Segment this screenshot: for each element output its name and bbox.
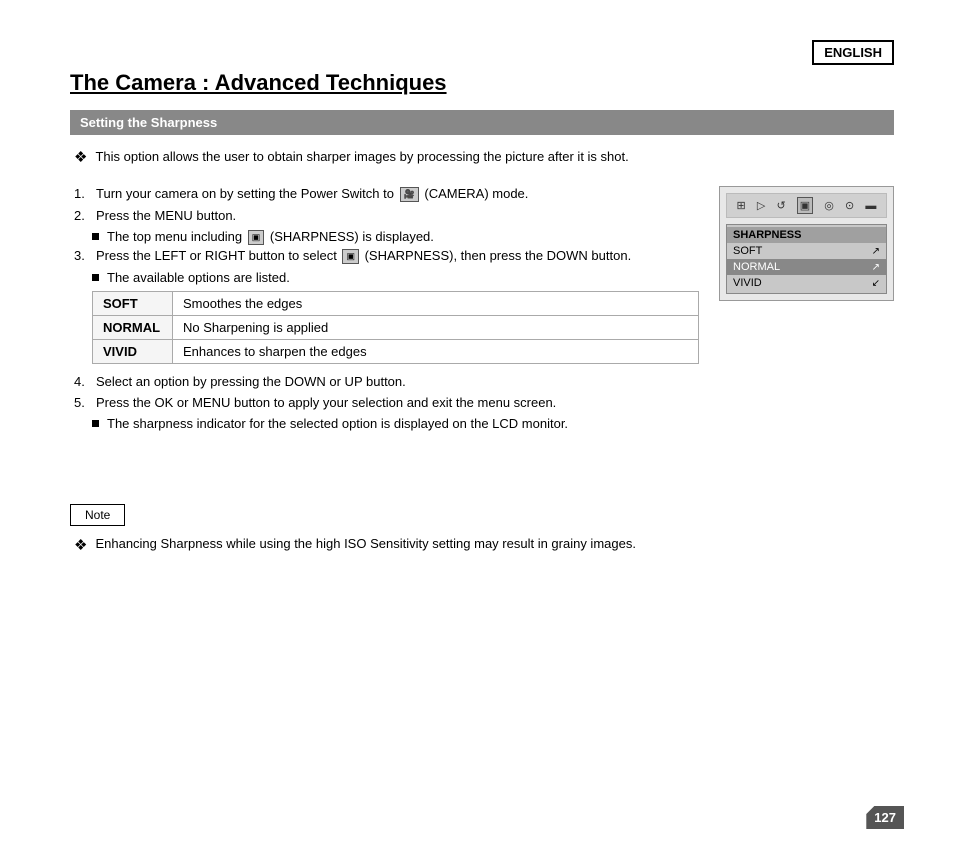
camera-menu-normal: NORMAL ↗ [727, 259, 886, 275]
camera-icons-row: ⊞ ▷ ↺ ▣ ◎ ⊙ ▬ [726, 193, 887, 218]
step-3-sub-text: The available options are listed. [107, 270, 290, 285]
camera-menu-vivid-label: VIVID [733, 277, 762, 289]
step-2-num: 2. [74, 208, 96, 223]
cam-icon-clock: ⊙ [845, 199, 854, 212]
intro-bullet: ❖ This option allows the user to obtain … [70, 149, 894, 166]
option-value-soft: Smoothes the edges [173, 292, 699, 316]
step-4-num: 4. [74, 374, 96, 389]
option-value-normal: No Sharpening is applied [173, 316, 699, 340]
step-3-sub: The available options are listed. [92, 270, 699, 285]
option-key-soft: SOFT [93, 292, 173, 316]
step-1-num: 1. [74, 186, 96, 201]
table-row-vivid: VIVID Enhances to sharpen the edges [93, 340, 699, 364]
step-2: 2. Press the MENU button. [70, 208, 699, 223]
section-header: Setting the Sharpness [70, 110, 894, 135]
camera-menu-soft: SOFT ↗ [727, 243, 886, 259]
step-1: 1. Turn your camera on by setting the Po… [70, 186, 699, 202]
square-bullet-2 [92, 274, 99, 281]
step-3: 3. Press the LEFT or RIGHT button to sel… [70, 248, 699, 264]
option-key-vivid: VIVID [93, 340, 173, 364]
camera-menu-title: SHARPNESS [727, 227, 886, 243]
cam-icon-play: ▷ [757, 199, 765, 212]
note-box: Note [70, 504, 125, 526]
sharpness-icon-2: ▣ [342, 249, 359, 264]
intro-text: This option allows the user to obtain sh… [95, 149, 628, 164]
option-key-normal: NORMAL [93, 316, 173, 340]
options-table: SOFT Smoothes the edges NORMAL No Sharpe… [92, 291, 699, 364]
camera-menu-normal-label: NORMAL [733, 261, 780, 273]
step-5-sub: The sharpness indicator for the selected… [92, 416, 699, 431]
sharpness-icon-1: ▣ [248, 230, 265, 245]
step-4-text: Select an option by pressing the DOWN or… [96, 374, 406, 389]
step-3-num: 3. [74, 248, 96, 263]
note-bullet: ❖ Enhancing Sharpness while using the hi… [70, 536, 894, 554]
page-title: The Camera : Advanced Techniques [70, 70, 894, 96]
table-row-normal: NORMAL No Sharpening is applied [93, 316, 699, 340]
step-5-sub-text: The sharpness indicator for the selected… [107, 416, 568, 431]
camera-menu-vivid-icon: ↙ [872, 278, 880, 289]
step-1-text: Turn your camera on by setting the Power… [96, 186, 528, 202]
page-number: 127 [866, 806, 904, 829]
camera-icon: 🎥 [400, 187, 419, 202]
step-5-text: Press the OK or MENU button to apply you… [96, 395, 556, 410]
steps-area: 1. Turn your camera on by setting the Po… [70, 186, 894, 434]
steps-left: 1. Turn your camera on by setting the Po… [70, 186, 699, 434]
camera-ui: ⊞ ▷ ↺ ▣ ◎ ⊙ ▬ SHARPNESS SOFT ↗ [719, 186, 894, 301]
english-badge: ENGLISH [812, 40, 894, 65]
camera-menu-normal-icon: ↗ [872, 262, 880, 273]
table-row-soft: SOFT Smoothes the edges [93, 292, 699, 316]
intro-bullet-char: ❖ [74, 148, 87, 166]
note-section: Note ❖ Enhancing Sharpness while using t… [70, 474, 894, 554]
step-2-sub: The top menu including ▣ (SHARPNESS) is … [92, 229, 699, 245]
cam-icon-sharp: ▣ [797, 197, 813, 214]
cam-icon-grid: ⊞ [737, 199, 746, 212]
step-5-num: 5. [74, 395, 96, 410]
camera-menu: SHARPNESS SOFT ↗ NORMAL ↗ VIVID ↙ [726, 224, 887, 294]
cam-icon-circle: ◎ [824, 199, 834, 212]
camera-ui-panel: ⊞ ▷ ↺ ▣ ◎ ⊙ ▬ SHARPNESS SOFT ↗ [719, 186, 894, 301]
step-2-text: Press the MENU button. [96, 208, 236, 223]
step-5: 5. Press the OK or MENU button to apply … [70, 395, 699, 410]
page-container: ENGLISH The Camera : Advanced Techniques… [0, 0, 954, 859]
section-title: Setting the Sharpness [80, 115, 217, 130]
note-text: Enhancing Sharpness while using the high… [95, 536, 636, 551]
english-badge-text: ENGLISH [824, 45, 882, 60]
step-2-sub-text: The top menu including ▣ (SHARPNESS) is … [107, 229, 434, 245]
camera-menu-soft-icon: ↗ [872, 246, 880, 257]
square-bullet-1 [92, 233, 99, 240]
step-4: 4. Select an option by pressing the DOWN… [70, 374, 699, 389]
camera-menu-soft-label: SOFT [733, 245, 762, 257]
camera-menu-vivid: VIVID ↙ [727, 275, 886, 291]
option-value-vivid: Enhances to sharpen the edges [173, 340, 699, 364]
cam-icon-film: ▬ [865, 200, 876, 212]
note-bullet-char: ❖ [74, 536, 87, 554]
note-label: Note [85, 508, 110, 522]
step-3-text: Press the LEFT or RIGHT button to select… [96, 248, 631, 264]
square-bullet-3 [92, 420, 99, 427]
cam-icon-loop: ↺ [776, 199, 785, 212]
